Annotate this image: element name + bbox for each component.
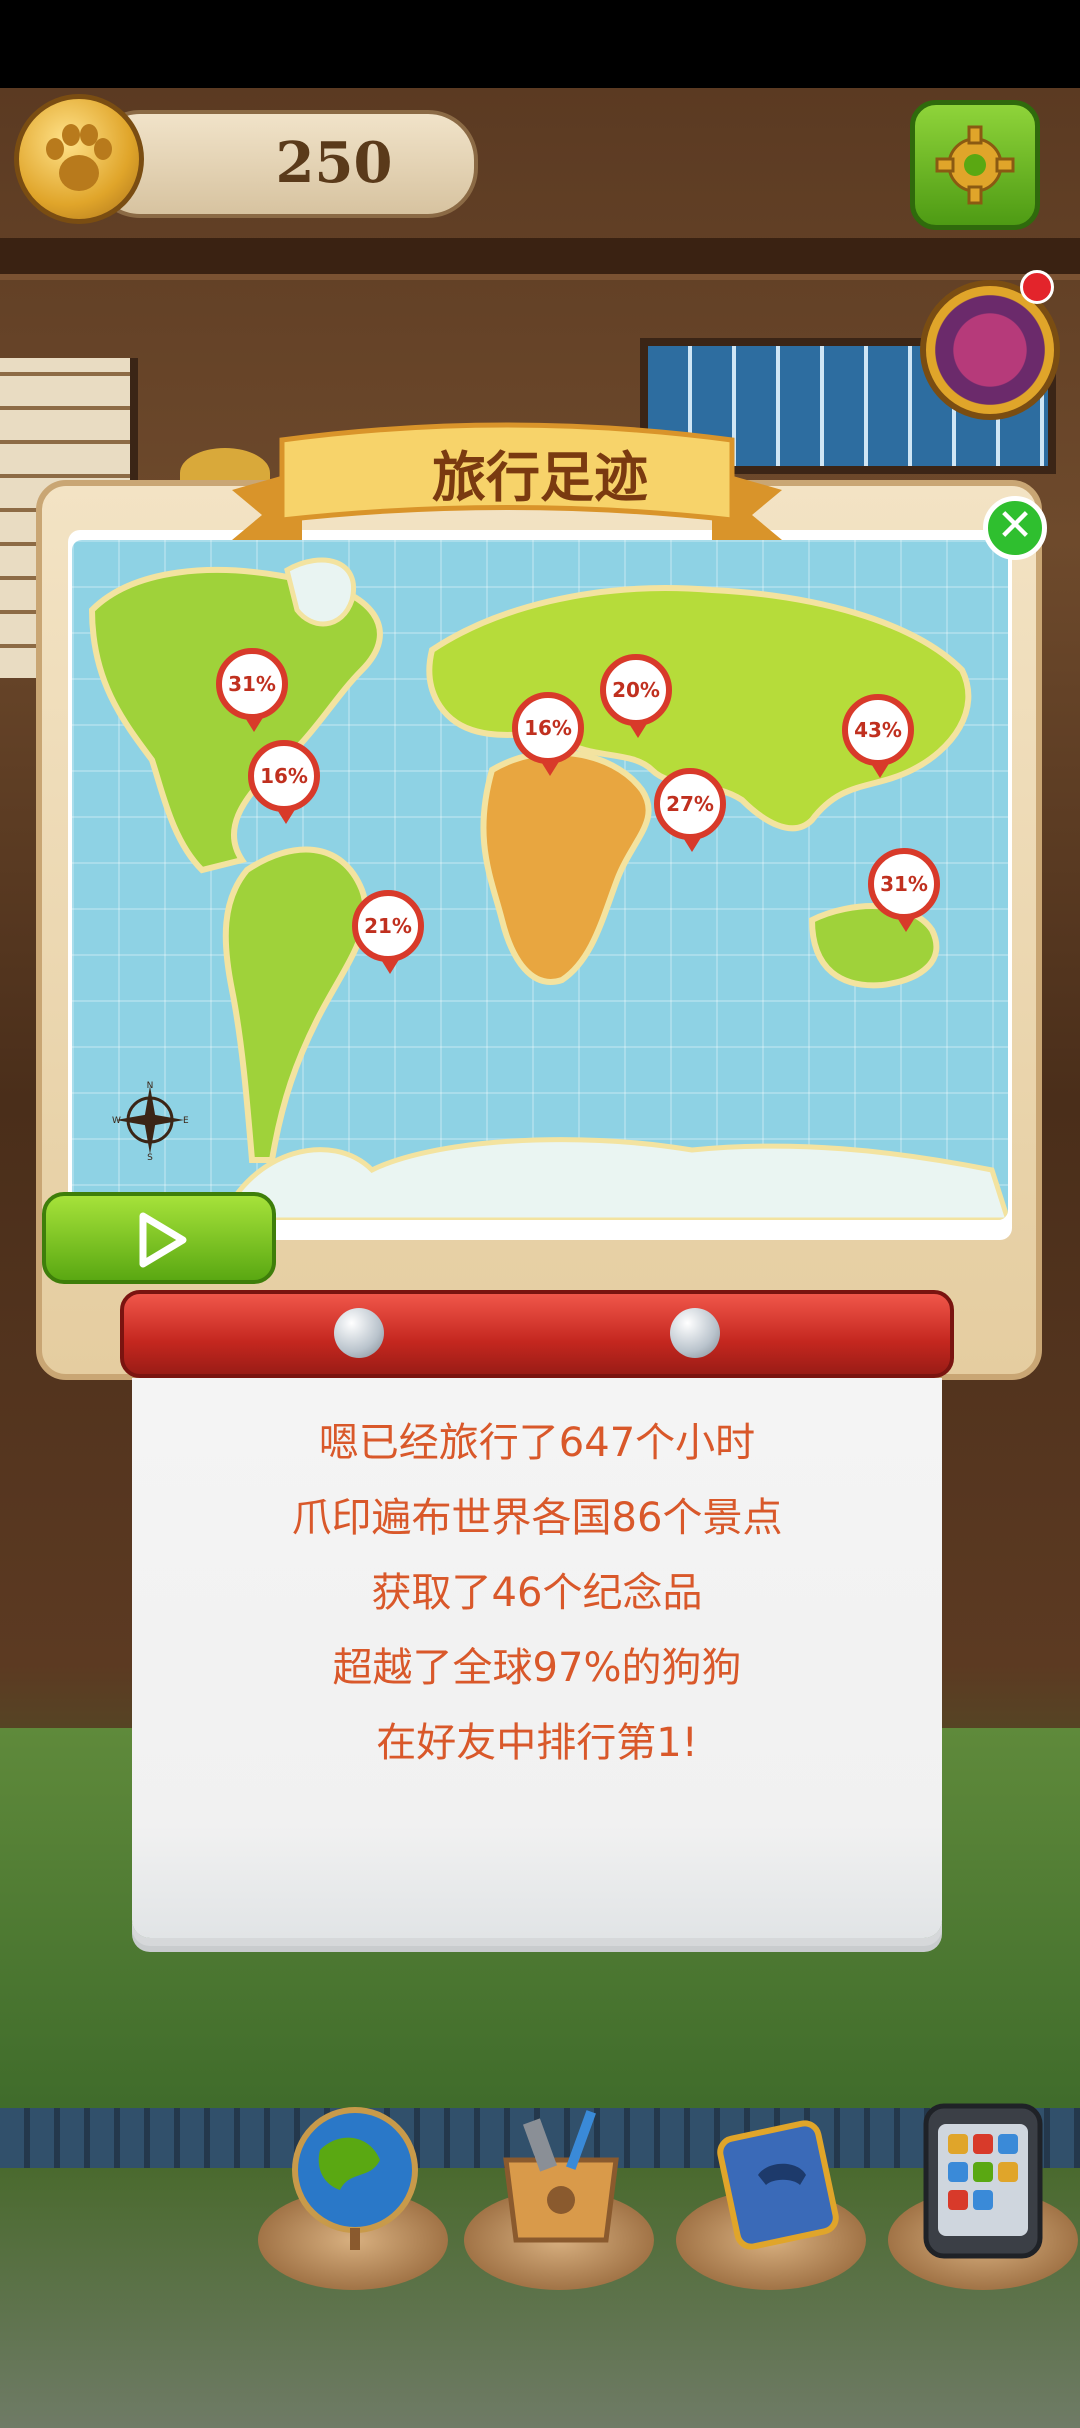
phone-book-icon bbox=[717, 2120, 839, 2250]
region-pin[interactable]: 31% bbox=[216, 648, 288, 732]
stats-hours: 嗯已经旅行了647个小时 bbox=[318, 1420, 756, 1466]
compass-icon: N S W E bbox=[112, 1081, 189, 1160]
nav-globe-button[interactable] bbox=[270, 2090, 440, 2260]
play-button[interactable] bbox=[42, 1192, 276, 1284]
dialog-title: 旅行足迹 bbox=[432, 446, 648, 509]
stats-ranking-global: 超越了全球97%的狗狗 bbox=[332, 1645, 742, 1691]
play-icon bbox=[139, 1212, 187, 1268]
close-icon: ✕ bbox=[996, 500, 1034, 551]
status-bar bbox=[0, 0, 1080, 88]
toolbox-icon bbox=[503, 2110, 619, 2243]
phone-apps-icon bbox=[923, 2103, 1043, 2259]
region-pin[interactable]: 43% bbox=[842, 694, 914, 778]
paw-coin-icon bbox=[14, 94, 144, 224]
stats-ranking-friends: 在好友中排行第1! bbox=[376, 1720, 698, 1766]
region-pin[interactable]: 27% bbox=[654, 768, 726, 852]
coin-counter: 250 bbox=[90, 110, 478, 218]
scroll-stud bbox=[670, 1308, 720, 1358]
scroll-stud bbox=[334, 1308, 384, 1358]
compass-e: E bbox=[183, 1116, 189, 1126]
nav-phone-button[interactable] bbox=[898, 2090, 1068, 2260]
nav-toolbox-button[interactable] bbox=[476, 2090, 646, 2260]
coin-count: 250 bbox=[275, 130, 393, 196]
compass-s: S bbox=[147, 1153, 153, 1160]
nav-phonebook-button[interactable] bbox=[688, 2090, 858, 2260]
globe-icon bbox=[292, 2107, 418, 2250]
scroll-rod bbox=[120, 1290, 954, 1378]
notification-dot bbox=[1020, 270, 1054, 304]
close-button[interactable]: ✕ bbox=[983, 496, 1047, 560]
stats-souvenirs: 获取了46个纪念品 bbox=[371, 1570, 703, 1616]
region-pin[interactable]: 31% bbox=[868, 848, 940, 932]
gear-icon bbox=[935, 125, 1015, 205]
compass-w: W bbox=[112, 1116, 121, 1126]
region-pin[interactable]: 16% bbox=[512, 692, 584, 776]
compass-n: N bbox=[147, 1081, 154, 1091]
region-pin[interactable]: 21% bbox=[352, 890, 424, 974]
stats-attractions: 爪印遍布世界各国86个景点 bbox=[291, 1495, 783, 1541]
settings-button[interactable] bbox=[910, 100, 1040, 230]
roof-beam bbox=[0, 238, 1080, 280]
region-pin[interactable]: 20% bbox=[600, 654, 672, 738]
region-pin[interactable]: 16% bbox=[248, 740, 320, 824]
